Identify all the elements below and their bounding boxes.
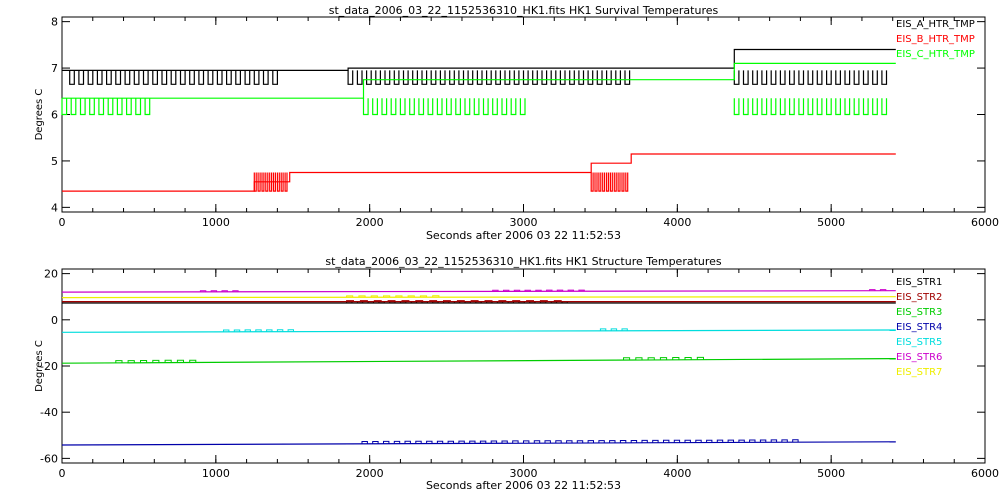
y-tick-label: 8: [51, 16, 58, 29]
x-axis-label: Seconds after 2006 03 22 11:52:53: [426, 479, 621, 492]
series-toggle: [347, 70, 631, 85]
series-eis-str4: [61, 439, 896, 446]
x-tick-label: 6000: [971, 467, 999, 480]
chart-canvas: st_data_2006_03_22_1152536310_HK1.fits H…: [34, 4, 999, 492]
legend-entry: EIS_C_HTR_TMP: [896, 49, 975, 60]
x-tick-label: 4000: [663, 467, 691, 480]
x-tick-label: 6000: [971, 216, 999, 229]
x-tick-label: 5000: [817, 216, 845, 229]
y-tick-label: 20: [44, 268, 58, 281]
y-tick-label: 7: [51, 62, 58, 75]
x-tick-label: 1000: [202, 216, 230, 229]
y-tick-label: -60: [40, 452, 58, 465]
x-tick-label: 4000: [663, 216, 691, 229]
series-toggle: [61, 98, 151, 116]
y-tick-label: 5: [51, 155, 58, 168]
x-axis-label: Seconds after 2006 03 22 11:52:53: [426, 229, 621, 242]
x-tick-label: 0: [59, 216, 66, 229]
series-eis-str3: [61, 356, 896, 364]
structure-temperatures-chart: st_data_2006_03_22_1152536310_HK1.fits H…: [34, 255, 999, 492]
legend-entry: EIS_STR7: [896, 367, 942, 378]
legend-entry: EIS_STR2: [896, 292, 942, 303]
y-axis-label: Degrees C: [34, 340, 45, 392]
series-eis-str2: [62, 300, 896, 303]
series-line: [62, 48, 896, 71]
legend-entry: EIS_STR5: [896, 337, 942, 348]
chart-title: st_data_2006_03_22_1152536310_HK1.fits H…: [329, 4, 719, 17]
series-toggle: [69, 70, 278, 85]
plot-frame: [61, 268, 986, 464]
legend-entry: EIS_STR4: [896, 322, 942, 333]
series-toggle: [590, 172, 629, 192]
series-toggle: [362, 98, 526, 116]
y-axis-label: Degrees C: [34, 89, 45, 141]
legend-entry: EIS_B_HTR_TMP: [896, 34, 975, 45]
x-tick-label: 2000: [356, 467, 384, 480]
x-tick-label: 0: [59, 467, 66, 480]
series-eis-str7: [61, 295, 896, 299]
series-toggle: [733, 70, 888, 85]
series-line: [61, 296, 896, 299]
x-tick-label: 2000: [356, 216, 384, 229]
y-tick-label: 6: [51, 109, 58, 122]
legend-entry: EIS_STR6: [896, 352, 942, 363]
legend-entry: EIS_STR1: [896, 277, 942, 288]
survival-temperatures-chart: st_data_2006_03_22_1152536310_HK1.fits H…: [34, 4, 999, 242]
series-eis-b-htr-tmp: [62, 153, 896, 192]
series-eis-str5: [61, 328, 896, 333]
y-tick-label: 0: [51, 314, 58, 327]
x-tick-label: 5000: [817, 467, 845, 480]
series-line: [61, 329, 896, 333]
series-eis-str6: [61, 289, 896, 293]
y-tick-label: 4: [51, 201, 58, 214]
y-tick-label: -40: [40, 406, 58, 419]
chart-title: st_data_2006_03_22_1152536310_HK1.fits H…: [325, 255, 722, 268]
series-line: [61, 290, 896, 293]
series-eis-a-htr-tmp: [62, 48, 896, 85]
x-tick-label: 3000: [510, 216, 538, 229]
series-line: [61, 358, 896, 364]
series-line: [61, 441, 896, 446]
series-toggle: [733, 98, 888, 116]
legend-entry: EIS_STR3: [896, 307, 942, 318]
x-tick-label: 1000: [202, 467, 230, 480]
legend-entry: EIS_A_HTR_TMP: [896, 19, 975, 30]
series-line: [62, 153, 896, 192]
